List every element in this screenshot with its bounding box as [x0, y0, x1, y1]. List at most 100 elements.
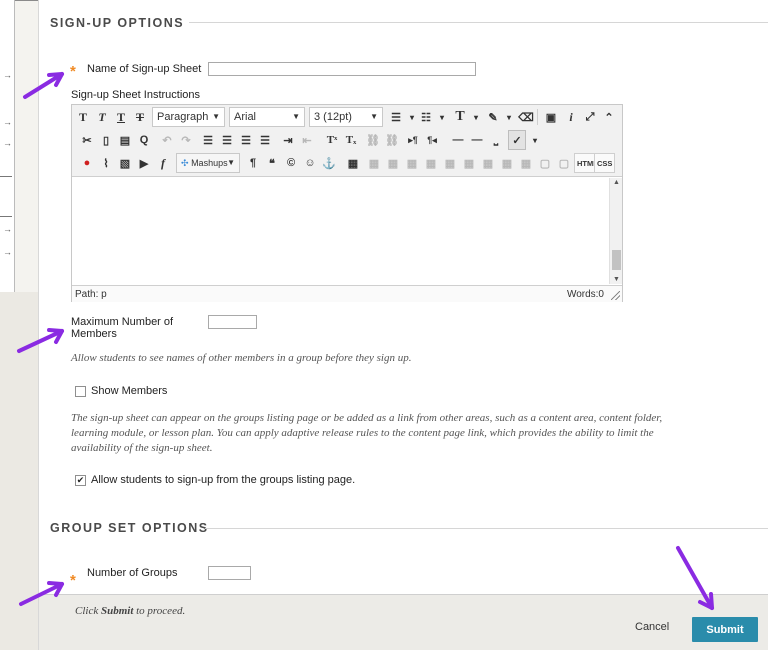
cancel-button[interactable]: Cancel	[635, 621, 669, 633]
font-size-select[interactable]: 3 (12pt) ▼	[309, 107, 383, 127]
max-members-label-line2: Members	[71, 328, 117, 340]
insert-media-icon[interactable]: ▶	[135, 153, 153, 173]
insert-table-icon[interactable]: ▦	[344, 153, 362, 173]
preview-icon[interactable]: ▣	[542, 107, 560, 127]
copy-icon[interactable]: ▯	[97, 130, 115, 150]
copyright-icon[interactable]: ©	[282, 153, 300, 173]
text-style-3-icon[interactable]: T	[112, 107, 130, 127]
form-footer: Click Submit to proceed. Cancel Submit	[39, 594, 768, 650]
max-members-help: Allow students to see names of other mem…	[71, 352, 412, 364]
signup-sheet-name-input[interactable]	[208, 62, 476, 76]
editor-status-bar: Path: p Words:0	[72, 285, 622, 302]
css-button[interactable]: CSS	[594, 153, 616, 173]
text-style-4-icon[interactable]: T	[131, 107, 149, 127]
annotation-arrow-icon	[676, 546, 714, 610]
toolbar-separator	[537, 109, 538, 125]
dropdown-caret-icon[interactable]: ▾	[433, 107, 451, 127]
unlink-icon[interactable]: ⛓	[383, 130, 401, 150]
align-right-icon[interactable]: ☰	[237, 130, 255, 150]
signup-sheet-help-line1: The sign-up sheet can appear on the grou…	[71, 412, 663, 424]
insert-row-before-icon[interactable]: ▦	[403, 153, 421, 173]
split-cells-icon[interactable]: ▦	[517, 153, 535, 173]
section-divider	[205, 528, 768, 529]
paste-icon[interactable]: ▤	[116, 130, 134, 150]
undo-icon[interactable]: ↶	[158, 130, 176, 150]
editor-scrollbar[interactable]: ▲ ▼	[609, 178, 622, 284]
resize-grip-icon[interactable]	[611, 291, 620, 300]
table-props-icon[interactable]: ▢	[555, 153, 573, 173]
horizontal-line-icon[interactable]: —	[449, 130, 467, 150]
insert-row-after-icon[interactable]: ▦	[422, 153, 440, 173]
paragraph-format-select[interactable]: Paragraph ▼	[152, 107, 225, 127]
align-center-icon[interactable]: ☰	[218, 130, 236, 150]
paragraph-mark-icon[interactable]: ¶	[244, 153, 262, 173]
text-style-1-icon[interactable]: T	[74, 107, 92, 127]
editor-content-area[interactable]: ▲ ▼	[72, 178, 622, 284]
delete-row-icon[interactable]: ▦	[441, 153, 459, 173]
scroll-down-icon[interactable]: ▼	[613, 276, 620, 283]
allow-from-listing-checkbox[interactable]: ✔	[75, 475, 86, 486]
background-page-strip: → → → → →	[0, 0, 15, 292]
align-left-icon[interactable]: ☰	[199, 130, 217, 150]
max-members-input[interactable]	[208, 315, 257, 329]
rich-text-editor: T T T T Paragraph ▼ Arial ▼ 3 (12pt) ▼ ☰ ▾ …	[71, 104, 623, 302]
formula-icon[interactable]: f	[154, 153, 172, 173]
link-icon[interactable]: ⛓	[364, 130, 382, 150]
signup-sheet-help-line3: availability of the sign-up sheet.	[71, 442, 213, 454]
youtube-icon[interactable]: ●	[78, 153, 96, 173]
rtl-icon[interactable]: ¶◂	[423, 130, 441, 150]
attach-file-icon[interactable]: ⌇	[97, 153, 115, 173]
dropdown-caret-icon[interactable]: ▾	[526, 130, 544, 150]
cut-icon[interactable]: ✂	[78, 130, 96, 150]
horizontal-rule-icon[interactable]: —	[468, 130, 486, 150]
mashups-select[interactable]: ✣ Mashups ▼	[176, 153, 240, 173]
arrow-right-icon: →	[3, 117, 12, 127]
font-family-select[interactable]: Arial ▼	[229, 107, 305, 127]
toolbar-row-3: ● ⌇ ▧ ▶ f ✣ Mashups ▼ ¶ ❝ © ☺ ⚓ ▦ ▦ ▦ ▦ ▦…	[74, 153, 622, 173]
submit-prompt: Click Submit to proceed.	[75, 605, 186, 617]
find-icon[interactable]: Q	[135, 130, 153, 150]
text-style-2-icon[interactable]: T	[93, 107, 111, 127]
annotation-arrow-icon	[23, 72, 64, 99]
number-of-groups-label: Number of Groups	[87, 567, 178, 579]
info-icon[interactable]: i	[562, 107, 580, 127]
insert-image-icon[interactable]: ▧	[116, 153, 134, 173]
insert-col-after-icon[interactable]: ▦	[479, 153, 497, 173]
arrow-right-icon: →	[3, 247, 12, 257]
editor-path: Path: p	[75, 289, 107, 300]
justify-icon[interactable]: ☰	[256, 130, 274, 150]
dropdown-caret-icon[interactable]: ▾	[467, 107, 485, 127]
signup-sheet-name-label: Name of Sign-up Sheet	[87, 63, 202, 75]
merge-cells-icon[interactable]: ▢	[536, 153, 554, 173]
allow-from-listing-label: Allow students to sign-up from the group…	[91, 474, 356, 486]
ltr-icon[interactable]: ▸¶	[404, 130, 422, 150]
arrow-right-icon: →	[3, 224, 12, 234]
table-row-props-icon[interactable]: ▦	[365, 153, 383, 173]
scrollbar-thumb[interactable]	[612, 250, 621, 270]
indent-icon[interactable]: ⇥	[279, 130, 297, 150]
subscript-icon[interactable]: Tₓ	[342, 130, 360, 150]
annotation-arrow-icon	[19, 581, 64, 606]
insert-col-before-icon[interactable]: ▦	[460, 153, 478, 173]
blockquote-icon[interactable]: ❝	[263, 153, 281, 173]
nonbreaking-space-icon[interactable]: ⎵	[487, 130, 505, 150]
superscript-icon[interactable]: Tˣ	[323, 130, 341, 150]
submit-button[interactable]: Submit	[692, 617, 758, 642]
eraser-icon[interactable]: ⌫	[517, 107, 535, 127]
redo-icon[interactable]: ↷	[177, 130, 195, 150]
anchor-icon[interactable]: ⚓	[320, 153, 338, 173]
scroll-up-icon[interactable]: ▲	[613, 179, 620, 186]
collapse-toolbar-icon[interactable]: ⌃	[600, 107, 618, 127]
outdent-icon[interactable]: ⇤	[298, 130, 316, 150]
table-cell-props-icon[interactable]: ▦	[384, 153, 402, 173]
delete-col-icon[interactable]: ▦	[498, 153, 516, 173]
show-members-checkbox[interactable]	[75, 386, 86, 397]
emoticon-icon[interactable]: ☺	[301, 153, 319, 173]
arrow-right-icon: →	[3, 70, 12, 80]
number-of-groups-input[interactable]	[208, 566, 251, 580]
required-icon: *	[70, 63, 76, 80]
dropdown-caret-icon[interactable]: ▾	[500, 107, 518, 127]
fullscreen-icon[interactable]: ⤢	[581, 107, 599, 127]
spellcheck-icon[interactable]: ✓	[508, 130, 526, 150]
max-members-label-line1: Maximum Number of	[71, 316, 174, 328]
